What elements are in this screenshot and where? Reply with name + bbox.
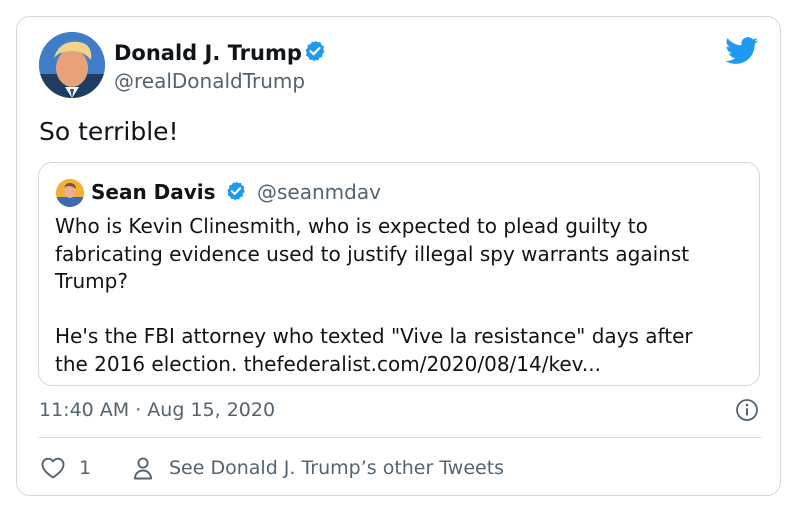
quoted-author-avatar[interactable] xyxy=(56,179,84,207)
heart-icon[interactable] xyxy=(41,457,65,479)
divider xyxy=(39,437,761,438)
quoted-author-name[interactable]: Sean Davis xyxy=(91,180,216,204)
like-count: 1 xyxy=(79,457,92,479)
quoted-author-handle[interactable]: @seanmdav xyxy=(257,180,381,204)
quoted-tweet[interactable]: Sean Davis @seanmdav Who is Kevin Clines… xyxy=(38,162,760,386)
tweet-timestamp[interactable]: 11:40 AM · Aug 15, 2020 xyxy=(39,399,275,421)
quoted-tweet-text: Who is Kevin Clinesmith, who is expected… xyxy=(55,214,693,376)
verified-badge-icon xyxy=(305,40,325,62)
person-icon xyxy=(134,457,152,480)
tweet-text: So terrible! xyxy=(39,117,179,146)
author-handle[interactable]: @realDonaldTrump xyxy=(114,69,305,93)
verified-badge-icon xyxy=(227,181,245,201)
other-tweets-link[interactable]: See Donald J. Trump’s other Tweets xyxy=(169,457,504,479)
tweet-card[interactable]: Donald J. Trump @realDonaldTrump So terr… xyxy=(16,16,781,496)
info-icon[interactable] xyxy=(735,398,759,422)
author-name[interactable]: Donald J. Trump xyxy=(114,41,302,65)
author-avatar[interactable] xyxy=(39,32,105,98)
twitter-bird-icon[interactable] xyxy=(725,37,759,65)
